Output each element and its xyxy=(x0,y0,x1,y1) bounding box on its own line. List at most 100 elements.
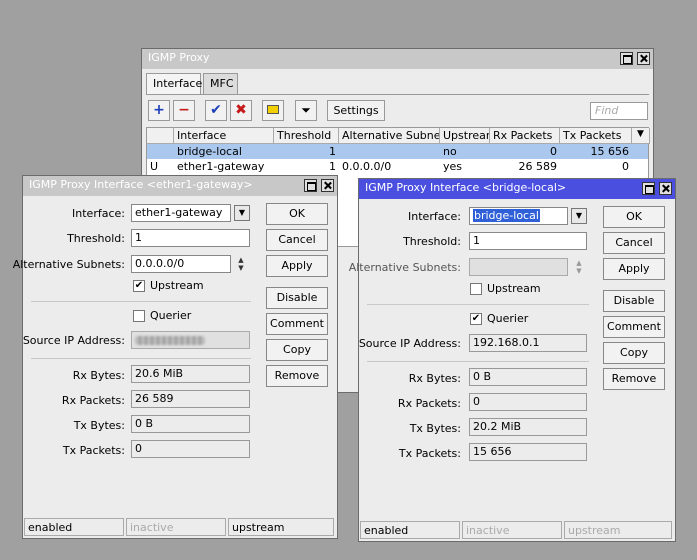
dialog-bridge-local: IGMP Proxy Interface <bridge-local> Inte… xyxy=(349,178,676,542)
threshold-input[interactable]: 1 xyxy=(131,229,250,247)
source-ip-input[interactable] xyxy=(131,331,250,349)
disable-button[interactable]: Disable xyxy=(603,290,665,312)
row-rx-packets: 26 589 xyxy=(518,160,558,173)
row-alt-subnets xyxy=(339,144,440,159)
remove-button[interactable]: Remove xyxy=(603,368,665,390)
row-threshold: 1 xyxy=(329,160,336,173)
tab-mfc[interactable]: MFC xyxy=(203,73,238,94)
plus-icon[interactable]: + xyxy=(148,100,170,121)
status-enabled: enabled xyxy=(24,518,124,536)
disable-button[interactable]: Disable xyxy=(266,287,328,309)
dialog-gateway-title-bar[interactable]: IGMP Proxy Interface <ether1-gateway> xyxy=(23,176,337,196)
up-down-arrows-icon[interactable]: ▲ ▼ xyxy=(235,256,247,274)
querier-checkbox[interactable] xyxy=(133,310,145,322)
row-upstream: yes xyxy=(443,160,463,173)
column-header-upstream[interactable]: Upstream xyxy=(440,128,490,144)
interface-select[interactable]: ether1-gateway xyxy=(131,204,231,222)
comment-button[interactable]: Comment xyxy=(603,316,665,338)
row-rx-packets: 0 xyxy=(550,145,557,158)
row-tx-packets: 15 656 xyxy=(590,145,630,158)
dialog-bridge-title-bar[interactable]: IGMP Proxy Interface <bridge-local> xyxy=(359,179,675,199)
row-upstream: no xyxy=(443,145,457,158)
maximize-icon[interactable] xyxy=(620,52,633,65)
querier-checkbox[interactable]: ✔ xyxy=(470,313,482,325)
check-icon[interactable]: ✔ xyxy=(205,100,227,121)
maximize-icon[interactable] xyxy=(642,182,655,195)
rx-packets-value: 0 xyxy=(469,393,587,411)
chevron-down-icon[interactable]: ▼ xyxy=(571,208,587,224)
rx-bytes-value: 20.6 MiB xyxy=(131,365,250,383)
threshold-label: Threshold: xyxy=(67,232,125,245)
alt-subnets-input[interactable] xyxy=(469,258,568,276)
source-ip-label: Source IP Address: xyxy=(22,334,125,347)
flag-column-header[interactable] xyxy=(147,128,174,144)
upstream-label: Upstream xyxy=(150,279,204,292)
maximize-icon[interactable] xyxy=(304,179,317,192)
tx-packets-value: 15 656 xyxy=(469,443,587,461)
remove-button[interactable]: Remove xyxy=(266,365,328,387)
rx-bytes-value: 0 B xyxy=(469,368,587,386)
apply-button[interactable]: Apply xyxy=(603,258,665,280)
note-icon[interactable] xyxy=(262,100,284,121)
cancel-button[interactable]: Cancel xyxy=(603,232,665,254)
main-title-bar[interactable]: IGMP Proxy xyxy=(142,49,653,69)
divider xyxy=(31,358,251,359)
find-input[interactable]: Find xyxy=(590,102,648,120)
tx-bytes-label: Tx Bytes: xyxy=(409,422,461,435)
rx-bytes-label: Rx Bytes: xyxy=(408,372,461,385)
interface-label: Interface: xyxy=(72,207,125,220)
close-icon[interactable] xyxy=(321,179,334,192)
interface-select[interactable]: bridge-local xyxy=(469,207,568,225)
chevron-down-icon[interactable]: ▼ xyxy=(234,205,250,221)
dialog-gateway-title: IGMP Proxy Interface <ether1-gateway> xyxy=(29,178,253,191)
close-icon[interactable] xyxy=(659,182,672,195)
status-inactive: inactive xyxy=(462,521,562,539)
copy-button[interactable]: Copy xyxy=(266,339,328,361)
row-flag: U xyxy=(150,160,159,173)
row-interface: bridge-local xyxy=(177,145,242,158)
column-header-rx-packets[interactable]: Rx Packets xyxy=(490,128,560,144)
settings-button[interactable]: Settings xyxy=(327,100,385,121)
up-down-arrows-icon[interactable]: ▲ ▼ xyxy=(573,259,585,277)
column-header-alt-subnets[interactable]: Alternative Subnets xyxy=(339,128,440,144)
main-window-title: IGMP Proxy xyxy=(148,51,210,64)
apply-button[interactable]: Apply xyxy=(266,255,328,277)
divider xyxy=(367,304,589,305)
ok-button[interactable]: OK xyxy=(266,203,328,225)
column-header-tx-packets[interactable]: Tx Packets xyxy=(560,128,632,144)
source-ip-value: 192.168.0.1 xyxy=(469,334,587,352)
rx-packets-label: Rx Packets: xyxy=(397,397,461,410)
cancel-button[interactable]: Cancel xyxy=(266,229,328,251)
close-icon[interactable] xyxy=(637,52,650,65)
status-enabled: enabled xyxy=(360,521,460,539)
upstream-checkbox[interactable] xyxy=(470,283,482,295)
tab-interface[interactable]: Interface xyxy=(146,73,202,94)
row-flag xyxy=(147,144,174,159)
ok-button[interactable]: OK xyxy=(603,206,665,228)
x-icon[interactable]: ✖ xyxy=(230,100,252,121)
tx-packets-label: Tx Packets: xyxy=(62,444,125,457)
column-menu-icon[interactable]: ▼ xyxy=(632,128,650,144)
column-header-interface[interactable]: Interface xyxy=(174,128,274,144)
column-header-threshold[interactable]: Threshold xyxy=(274,128,339,144)
row-interface: ether1-gateway xyxy=(177,160,265,173)
copy-button[interactable]: Copy xyxy=(603,342,665,364)
querier-label: Querier xyxy=(487,312,529,325)
divider xyxy=(367,361,589,362)
tx-packets-label: Tx Packets: xyxy=(398,447,461,460)
upstream-checkbox[interactable]: ✔ xyxy=(133,280,145,292)
alt-subnets-input[interactable]: 0.0.0.0/0 xyxy=(131,255,231,273)
threshold-input[interactable]: 1 xyxy=(469,232,587,250)
status-upstream: upstream xyxy=(564,521,672,539)
interface-label: Interface: xyxy=(408,210,461,223)
comment-button[interactable]: Comment xyxy=(266,313,328,335)
alt-subnets-label: Alternative Subnets: xyxy=(348,261,461,274)
tx-bytes-value: 0 B xyxy=(131,415,250,433)
interface-selected-value: bridge-local xyxy=(473,209,540,222)
alt-subnets-label: Alternative Subnets: xyxy=(12,258,125,271)
minus-icon[interactable]: − xyxy=(173,100,195,121)
filter-icon[interactable]: ⏷ xyxy=(295,100,317,121)
upstream-label: Upstream xyxy=(487,282,541,295)
querier-label: Querier xyxy=(150,309,192,322)
divider xyxy=(31,301,251,302)
